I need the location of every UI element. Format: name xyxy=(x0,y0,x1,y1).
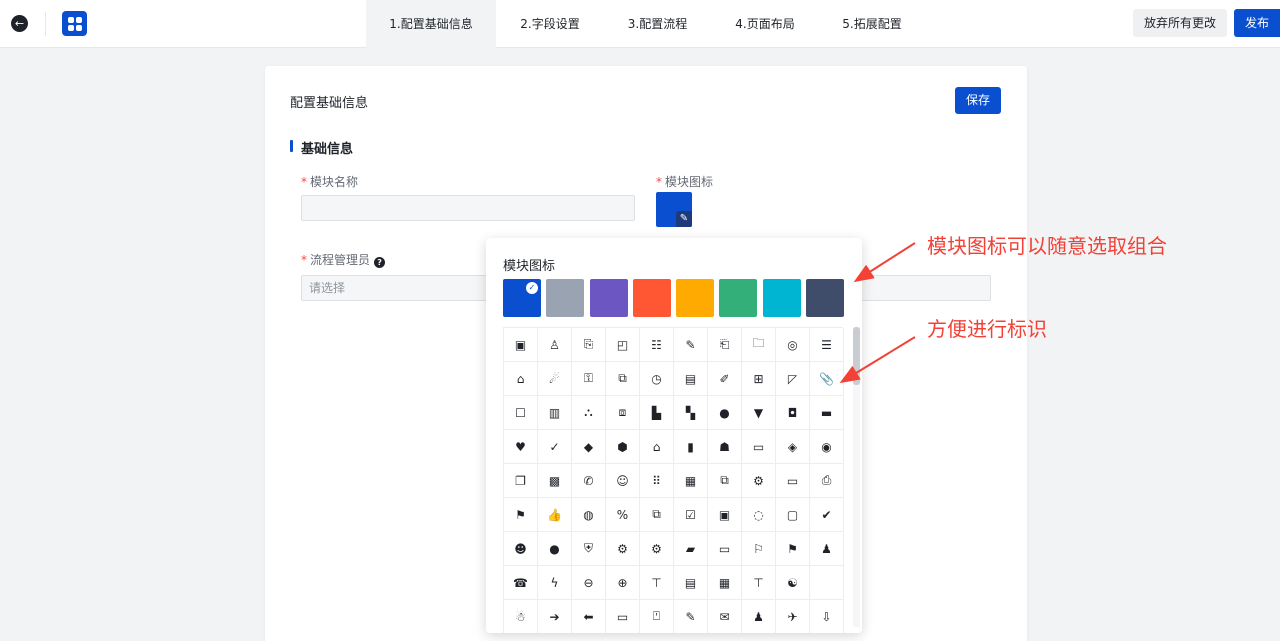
annotation-arrow-1 xyxy=(853,242,916,283)
annotation-arrow-2 xyxy=(839,336,916,384)
annotation-arrows xyxy=(839,242,916,384)
